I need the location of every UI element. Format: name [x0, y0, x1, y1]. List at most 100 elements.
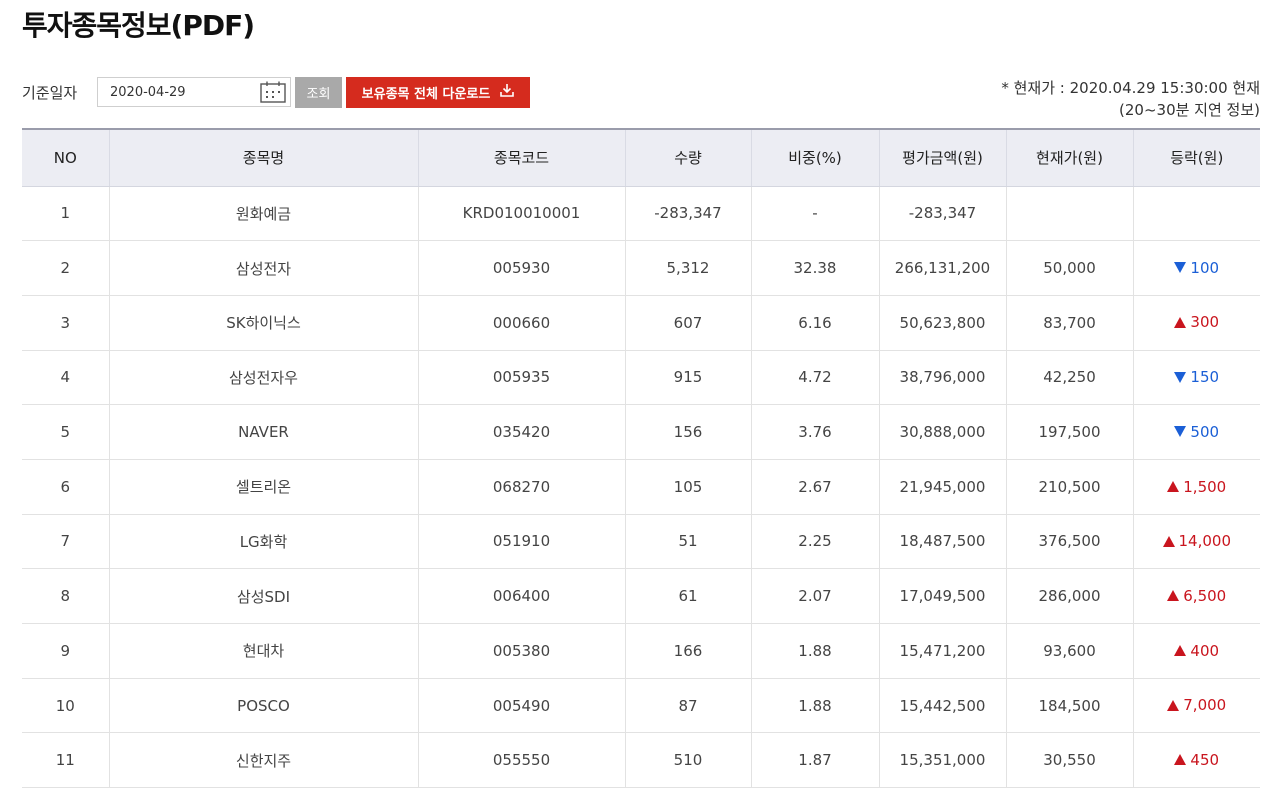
table-row: 10 POSCO 005490 87 1.88 15,442,500 184,500 7,00… [22, 678, 1260, 734]
cell-value: -283,347 [878, 186, 1006, 242]
down-triangle-icon [1174, 426, 1187, 438]
cell-price: 50,000 [1005, 240, 1133, 296]
cell-name: POSCO [108, 678, 418, 734]
up-triangle-icon [1167, 590, 1180, 602]
notice-line-1: * 현재가 : 2020.04.29 15:30:00 현재 [1001, 79, 1260, 97]
table-row: 5 NAVER 035420 156 3.76 30,888,000 197,500 500 [22, 404, 1260, 460]
cell-change: 500 [1132, 404, 1260, 460]
cell-price: 376,500 [1005, 514, 1133, 570]
cell-value: 18,487,500 [878, 514, 1006, 570]
table-header-row: NO 종목명 종목코드 수량 비중(%) 평가금액(원) 현재가(원) 등락(원… [22, 128, 1260, 187]
price-notice: * 현재가 : 2020.04.29 15:30:00 현재 (20~30분 지… [1001, 77, 1260, 121]
cell-code: 005930 [417, 240, 625, 296]
table-row: 11 신한지주 055550 510 1.87 15,351,000 30,550 450 [22, 732, 1260, 788]
download-label: 보유종목 전체 다운로드 [361, 86, 491, 102]
change-value: 14,000 [1178, 532, 1232, 551]
cell-name: NAVER [108, 404, 418, 460]
cell-value: 15,351,000 [878, 732, 1006, 788]
cell-code: KRD010010001 [417, 186, 625, 242]
cell-quantity: 87 [624, 678, 751, 734]
cell-quantity: 5,312 [624, 240, 751, 296]
table-row: 9 현대차 005380 166 1.88 15,471,200 93,600 400 [22, 623, 1260, 679]
change-indicator: 400 [1174, 642, 1219, 660]
cell-name: 삼성전자우 [108, 350, 418, 406]
up-triangle-icon [1174, 316, 1187, 328]
change-value: 100 [1190, 258, 1220, 277]
cell-quantity: 105 [624, 459, 751, 515]
cell-code: 055550 [417, 732, 625, 788]
cell-quantity: 61 [624, 568, 751, 624]
page-title: 투자종목정보(PDF) [22, 9, 255, 42]
change-value: 400 [1190, 641, 1220, 660]
cell-code: 005935 [417, 350, 625, 406]
cell-name: 삼성전자 [108, 240, 418, 296]
cell-change: 7,000 [1132, 678, 1260, 734]
cell-change [1132, 186, 1260, 242]
change-indicator: 500 [1174, 423, 1219, 441]
cell-name: 삼성SDI [108, 568, 418, 624]
column-header-change: 등락(원) [1132, 128, 1260, 187]
cell-price [1005, 186, 1133, 242]
table-row: 6 셀트리온 068270 105 2.67 21,945,000 210,500 1,500 [22, 459, 1260, 515]
table-row: 2 삼성전자 005930 5,312 32.38 266,131,200 50,000 10… [22, 240, 1260, 296]
cell-weight: 2.07 [750, 568, 879, 624]
calendar-icon[interactable] [260, 81, 286, 103]
cell-no: 7 [22, 514, 109, 570]
cell-name: 원화예금 [108, 186, 418, 242]
cell-price: 210,500 [1005, 459, 1133, 515]
download-all-button[interactable]: 보유종목 전체 다운로드 [346, 76, 530, 108]
cell-name: 셀트리온 [108, 459, 418, 515]
cell-value: 17,049,500 [878, 568, 1006, 624]
cell-change: 300 [1132, 295, 1260, 351]
cell-name: LG화학 [108, 514, 418, 570]
change-indicator: 7,000 [1167, 696, 1226, 714]
cell-price: 197,500 [1005, 404, 1133, 460]
cell-name: 현대차 [108, 623, 418, 679]
cell-no: 3 [22, 295, 109, 351]
column-header-price: 현재가(원) [1005, 128, 1133, 187]
cell-no: 9 [22, 623, 109, 679]
cell-value: 266,131,200 [878, 240, 1006, 296]
filter-bar: 기준일자 2020-04-29 조회 보유종목 전체 다운로드 [22, 76, 530, 108]
cell-price: 286,000 [1005, 568, 1133, 624]
cell-code: 005490 [417, 678, 625, 734]
change-value: 7,000 [1183, 696, 1227, 715]
up-triangle-icon [1174, 645, 1187, 657]
download-icon [500, 83, 515, 101]
cell-price: 93,600 [1005, 623, 1133, 679]
cell-no: 10 [22, 678, 109, 734]
cell-code: 005380 [417, 623, 625, 679]
change-indicator: 300 [1174, 313, 1219, 331]
cell-weight: 6.16 [750, 295, 879, 351]
cell-quantity: -283,347 [624, 186, 751, 242]
change-indicator: 1,500 [1167, 478, 1226, 496]
cell-change: 450 [1132, 732, 1260, 788]
change-value: 150 [1190, 368, 1220, 387]
change-indicator: 100 [1174, 259, 1219, 277]
table-row: 4 삼성전자우 005935 915 4.72 38,796,000 42,250 150 [22, 350, 1260, 406]
cell-code: 035420 [417, 404, 625, 460]
cell-code: 000660 [417, 295, 625, 351]
date-input[interactable]: 2020-04-29 [97, 77, 291, 107]
cell-weight: 1.88 [750, 678, 879, 734]
cell-change: 150 [1132, 350, 1260, 406]
column-header-no: NO [22, 128, 109, 187]
cell-price: 30,550 [1005, 732, 1133, 788]
cell-value: 50,623,800 [878, 295, 1006, 351]
up-triangle-icon [1167, 481, 1180, 493]
date-value[interactable]: 2020-04-29 [110, 85, 186, 100]
query-button[interactable]: 조회 [295, 76, 342, 108]
cell-quantity: 510 [624, 732, 751, 788]
cell-quantity: 915 [624, 350, 751, 406]
cell-quantity: 607 [624, 295, 751, 351]
cell-change: 1,500 [1132, 459, 1260, 515]
cell-value: 38,796,000 [878, 350, 1006, 406]
table-row: 8 삼성SDI 006400 61 2.07 17,049,500 286,000 6,500 [22, 568, 1260, 624]
date-label: 기준일자 [22, 83, 78, 102]
column-header-name: 종목명 [108, 128, 418, 187]
change-indicator: 6,500 [1167, 587, 1226, 605]
change-value: 6,500 [1183, 586, 1227, 605]
cell-price: 184,500 [1005, 678, 1133, 734]
cell-code: 051910 [417, 514, 625, 570]
cell-quantity: 156 [624, 404, 751, 460]
